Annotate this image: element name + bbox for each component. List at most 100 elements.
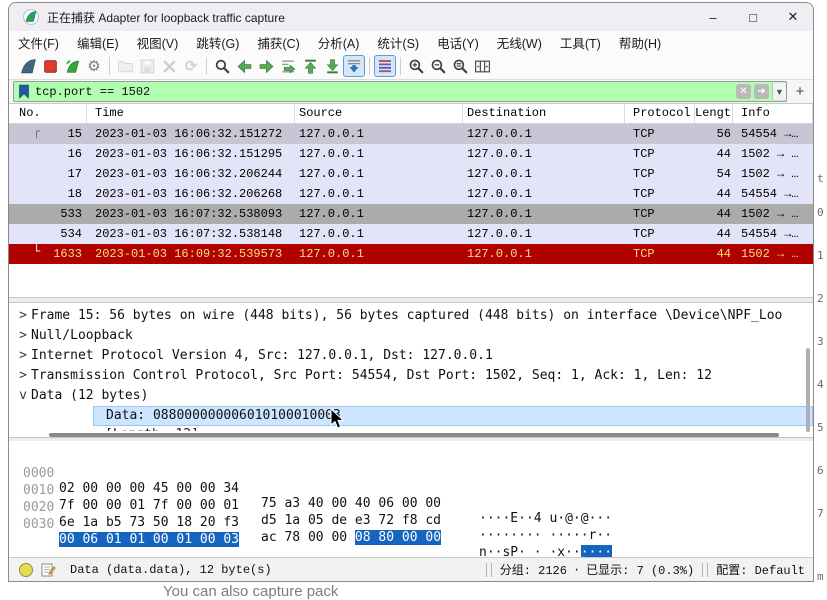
wireshark-icon	[23, 9, 39, 25]
column-header-length[interactable]: Length	[695, 104, 733, 123]
minimize-button[interactable]: –	[693, 3, 733, 31]
close-button[interactable]: ✕	[773, 3, 813, 31]
hex-row[interactable]: 0020 6e 1a b5 73 50 18 20 f3 ac 78 00 00…	[9, 485, 813, 502]
stop-capture-button[interactable]	[39, 55, 61, 77]
menu-view[interactable]: 视图(V)	[128, 31, 188, 54]
status-field-info: Data (data.data), 12 byte(s)	[70, 563, 272, 577]
hex-row[interactable]: 0010 7f 00 00 01 7f 00 00 01 d5 1a 05 de…	[9, 468, 813, 485]
toolbar-separator	[400, 57, 401, 75]
menu-help[interactable]: 帮助(H)	[610, 31, 670, 54]
find-packet-button[interactable]	[211, 55, 233, 77]
column-header-time[interactable]: Time	[87, 104, 295, 123]
filter-dropdown-caret[interactable]: ▼	[772, 83, 786, 100]
menu-capture[interactable]: 捕获(C)	[248, 31, 308, 54]
packet-destination: 127.0.0.1	[463, 144, 625, 164]
expert-info-icon[interactable]	[19, 563, 33, 577]
zoom-out-button[interactable]	[427, 55, 449, 77]
maximize-button[interactable]: □	[733, 3, 773, 31]
capture-options-button[interactable]	[83, 55, 105, 77]
hex-bytes: ac 78 00 00	[261, 530, 355, 545]
background-text-fragment: 1	[817, 249, 827, 262]
arrow-left-icon	[236, 58, 253, 75]
next-packet-button[interactable]	[255, 55, 277, 77]
chevron-right-icon[interactable]: >	[15, 366, 31, 386]
colorize-toggle[interactable]	[374, 55, 396, 77]
detail-line-frame[interactable]: >Frame 15: 56 bytes on wire (448 bits), …	[9, 306, 813, 326]
detail-line-clipped[interactable]: [Length: 12]	[93, 426, 813, 431]
column-header-source[interactable]: Source	[295, 104, 463, 123]
filter-value[interactable]: tcp.port == 1502	[35, 85, 736, 99]
column-header-protocol[interactable]: Protocol	[625, 104, 695, 123]
menu-telephony[interactable]: 电话(Y)	[428, 31, 488, 54]
chevron-right-icon[interactable]: >	[15, 306, 31, 326]
packet-row[interactable]: 18 2023-01-03 16:06:32.206268 127.0.0.1 …	[9, 184, 813, 204]
menu-edit[interactable]: 编辑(E)	[68, 31, 128, 54]
resize-columns-button[interactable]	[471, 55, 493, 77]
menu-tools[interactable]: 工具(T)	[551, 31, 610, 54]
first-packet-button[interactable]	[299, 55, 321, 77]
column-header-no[interactable]: No.	[9, 104, 87, 123]
display-filter-input[interactable]: tcp.port == 1502 ✕ ➜ ▼	[13, 81, 787, 102]
menu-analyze[interactable]: 分析(A)	[309, 31, 369, 54]
zoom-in-button[interactable]	[405, 55, 427, 77]
detail-line-data-value-selected[interactable]: Data: 088000000006010100010003	[93, 406, 813, 426]
detail-line-data[interactable]: vData (12 bytes)	[9, 386, 813, 406]
detail-text: Data: 088000000006010100010003	[106, 408, 341, 423]
packet-length: 44	[695, 224, 733, 244]
menu-go[interactable]: 跳转(G)	[187, 31, 248, 54]
previous-packet-button[interactable]	[233, 55, 255, 77]
hex-row[interactable]: 0030 00 06 01 01 00 01 00 03 ········	[9, 502, 813, 519]
reload-file-button[interactable]	[180, 55, 202, 77]
chevron-right-icon[interactable]: >	[15, 326, 31, 346]
related-packet-bracket: └	[33, 244, 40, 258]
hex-offset: 0030	[23, 517, 54, 532]
auto-scroll-toggle[interactable]	[343, 55, 365, 77]
detail-text: Frame 15: 56 bytes on wire (448 bits), 5…	[31, 308, 782, 323]
last-packet-button[interactable]	[321, 55, 343, 77]
detail-text: Null/Loopback	[31, 328, 133, 343]
colorize-icon	[377, 58, 393, 74]
filter-add-button[interactable]: +	[791, 83, 809, 100]
bookmark-icon[interactable]	[17, 84, 31, 99]
status-profile[interactable]: 配置: Default	[716, 561, 805, 578]
background-text-fragment: 4	[817, 378, 827, 391]
column-header-info[interactable]: Info	[733, 104, 813, 123]
hex-row[interactable]: 0000 02 00 00 00 45 00 00 34 75 a3 40 00…	[9, 451, 813, 468]
capture-comment-icon[interactable]	[41, 562, 56, 577]
packet-no: 1633	[9, 244, 87, 264]
detail-line-tcp[interactable]: >Transmission Control Protocol, Src Port…	[9, 366, 813, 386]
packet-source: 127.0.0.1	[295, 164, 463, 184]
detail-line-ip[interactable]: >Internet Protocol Version 4, Src: 127.0…	[9, 346, 813, 366]
packet-row[interactable]: 534 2023-01-03 16:07:32.538148 127.0.0.1…	[9, 224, 813, 244]
stop-square-icon	[42, 58, 59, 75]
zoom-reset-icon	[452, 58, 469, 75]
save-file-button[interactable]	[136, 55, 158, 77]
chevron-right-icon[interactable]: >	[15, 346, 31, 366]
menu-statistics[interactable]: 统计(S)	[368, 31, 428, 54]
goto-packet-icon	[280, 58, 297, 75]
close-file-button[interactable]	[158, 55, 180, 77]
restart-capture-button[interactable]	[61, 55, 83, 77]
column-header-destination[interactable]: Destination	[463, 104, 625, 123]
packet-no: 534	[9, 224, 87, 244]
chevron-down-icon[interactable]: v	[15, 386, 31, 406]
details-vertical-scrollbar[interactable]	[806, 348, 810, 432]
toolbar-separator	[109, 57, 110, 75]
detail-line-linktype[interactable]: >Null/Loopback	[9, 326, 813, 346]
packet-row[interactable]: 16 2023-01-03 16:06:32.151295 127.0.0.1 …	[9, 144, 813, 164]
packet-no: 15	[9, 124, 87, 144]
menu-wireless[interactable]: 无线(W)	[488, 31, 551, 54]
packet-row[interactable]: └ 1633 2023-01-03 16:09:32.539573 127.0.…	[9, 244, 813, 264]
zoom-reset-button[interactable]	[449, 55, 471, 77]
menu-file[interactable]: 文件(F)	[9, 31, 68, 54]
packet-row[interactable]: 533 2023-01-03 16:07:32.538093 127.0.0.1…	[9, 204, 813, 224]
detail-text: [Length: 12]	[105, 427, 199, 431]
start-capture-button[interactable]	[17, 55, 39, 77]
background-text-fragment: 7	[817, 507, 827, 520]
packet-row[interactable]: ┌ 15 2023-01-03 16:06:32.151272 127.0.0.…	[9, 124, 813, 144]
filter-clear-button[interactable]: ✕	[736, 84, 751, 99]
filter-apply-button[interactable]: ➜	[754, 84, 769, 99]
packet-row[interactable]: 17 2023-01-03 16:06:32.206244 127.0.0.1 …	[9, 164, 813, 184]
open-file-button[interactable]	[114, 55, 136, 77]
go-to-packet-button[interactable]	[277, 55, 299, 77]
